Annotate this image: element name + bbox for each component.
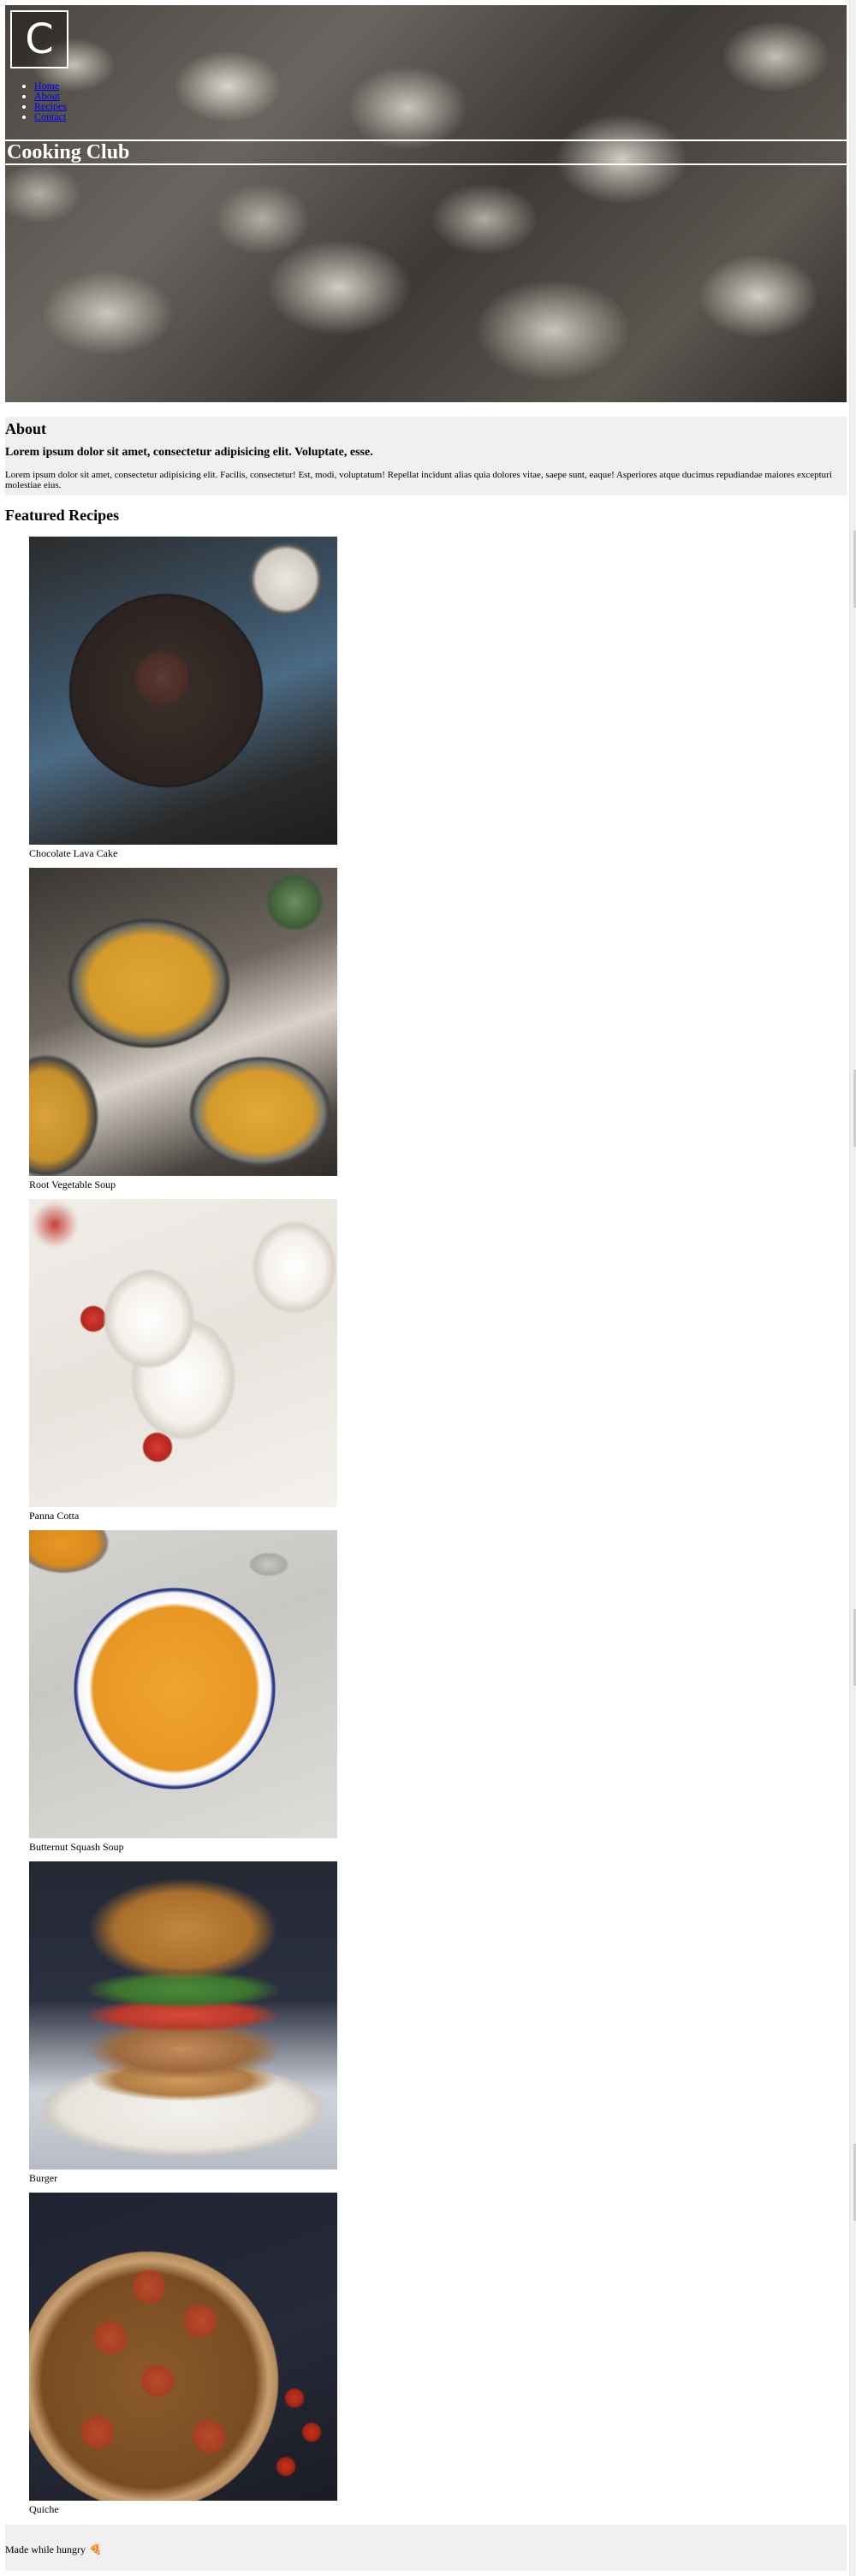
recipe-card-panna-cotta[interactable]: Panna Cotta (29, 1199, 337, 1522)
recipe-image-burger[interactable] (29, 1861, 337, 2169)
logo-letter: C (25, 15, 54, 63)
recipe-caption: Quiche (29, 2503, 59, 2515)
about-heading: About (5, 420, 47, 437)
recipe-image-quiche[interactable] (29, 2193, 337, 2501)
footer-text-line: Made while hungry 🍕 (5, 2543, 102, 2556)
recipe-image-panna-cotta[interactable] (29, 1199, 337, 1507)
recipe-image-root-vegetable-soup[interactable] (29, 868, 337, 1176)
nav-link-contact[interactable]: Contact (34, 110, 66, 122)
about-body: Lorem ipsum dolor sit amet, consectetur … (5, 470, 832, 490)
recipe-image-chocolate-lava-cake[interactable] (29, 537, 337, 845)
recipe-card-chocolate-lava-cake[interactable]: Chocolate Lava Cake (29, 537, 337, 859)
pizza-icon: 🍕 (88, 2543, 102, 2555)
recipe-caption: Burger (29, 2172, 58, 2184)
site-logo[interactable]: C (10, 10, 68, 68)
nav-item-contact: Contact (34, 111, 67, 122)
recipe-caption: Butternut Squash Soup (29, 1841, 124, 1853)
recipe-caption: Chocolate Lava Cake (29, 847, 118, 859)
about-subheading: Lorem ipsum dolor sit amet, consectetur … (5, 446, 373, 459)
recipe-card-quiche[interactable]: Quiche (29, 2193, 337, 2515)
page-scrollbar[interactable] (849, 0, 856, 2576)
title-bar: Cooking Club (5, 139, 847, 165)
hero-banner: C Home About Recipes Contact Cooking Clu… (5, 5, 847, 402)
recipe-image-butternut-squash-soup[interactable] (29, 1530, 337, 1838)
recipe-card-burger[interactable]: Burger (29, 1861, 337, 2184)
recipe-caption: Panna Cotta (29, 1510, 80, 1522)
recipe-card-butternut-squash-soup[interactable]: Butternut Squash Soup (29, 1530, 337, 1853)
recipes-heading: Featured Recipes (5, 507, 120, 524)
recipe-caption: Root Vegetable Soup (29, 1178, 116, 1190)
main-nav: Home About Recipes Contact (19, 80, 67, 122)
footer: Made while hungry 🍕 (5, 2525, 847, 2571)
footer-text: Made while hungry (5, 2543, 86, 2555)
recipe-card-root-vegetable-soup[interactable]: Root Vegetable Soup (29, 868, 337, 1190)
page-title: Cooking Club (7, 141, 130, 163)
about-section: About Lorem ipsum dolor sit amet, consec… (5, 417, 847, 496)
